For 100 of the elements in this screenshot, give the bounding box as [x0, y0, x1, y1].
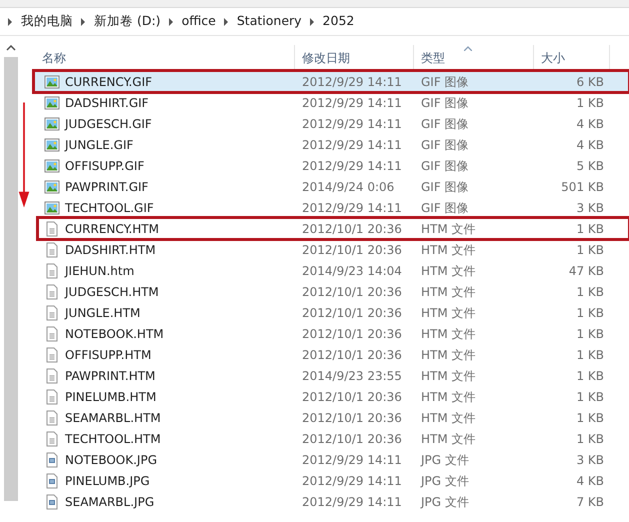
file-size: 1 KB [575, 326, 605, 342]
document-icon [44, 346, 60, 362]
chevron-icon[interactable] [7, 18, 14, 26]
modified-date: 2012/10/1 20:36 [301, 326, 403, 342]
column-header[interactable]: 类型 [414, 45, 534, 71]
modified-date: 2014/9/23 23:55 [301, 368, 403, 384]
scrollbar-thumb[interactable] [4, 57, 18, 501]
file-type: HTM 文件 [420, 388, 477, 406]
column-header[interactable]: 名称 [32, 45, 295, 71]
file-size: 501 KB [560, 178, 605, 196]
file-name: JUDGESCH.GIF [65, 116, 152, 132]
file-size: 6 KB [575, 74, 605, 90]
document-icon [44, 326, 60, 342]
file-name: NOTEBOOK.JPG [65, 452, 158, 468]
file-row[interactable]: PAWPRINT.GIF 2014/9/24 0:06 GIF 图像 501 KB [32, 176, 629, 197]
modified-date: 2012/9/29 14:11 [301, 74, 403, 90]
file-row[interactable]: TECHTOOL.GIF 2012/9/29 14:11 GIF 图像 3 KB [32, 197, 629, 218]
file-name: PINELUMB.HTM [65, 388, 156, 406]
file-size: 3 KB [575, 452, 605, 468]
breadcrumb-item[interactable]: office [180, 12, 218, 31]
file-row[interactable]: DADSHIRT.GIF 2012/9/29 14:11 GIF 图像 1 KB [32, 92, 629, 113]
file-type: HTM 文件 [420, 430, 477, 448]
document-icon [44, 284, 60, 300]
file-type: GIF 图像 [420, 74, 470, 90]
file-size: 4 KB [575, 472, 605, 490]
file-name: JIEHUN.htm [65, 262, 134, 280]
chevron-icon[interactable] [222, 18, 230, 26]
modified-date: 2012/10/1 20:36 [301, 242, 403, 258]
scroll-up-icon[interactable] [6, 45, 16, 51]
modified-date: 2012/9/29 14:11 [301, 116, 403, 132]
file-type: HTM 文件 [420, 326, 477, 342]
document-icon [44, 368, 60, 384]
file-name: CURRENCY.HTM [65, 220, 159, 238]
image-file-icon [44, 94, 60, 110]
file-row[interactable]: SEAMARBL.HTM 2012/10/1 20:36 HTM 文件 1 KB [32, 407, 629, 428]
modified-date: 2014/9/24 0:06 [301, 178, 396, 196]
file-row[interactable]: JUDGESCH.GIF 2012/9/29 14:11 GIF 图像 4 KB [32, 113, 629, 134]
file-row[interactable]: PINELUMB.JPG 2012/9/29 14:11 JPG 文件 4 KB [32, 470, 629, 491]
chevron-icon[interactable] [80, 18, 87, 26]
column-header[interactable]: 修改日期 [295, 45, 414, 71]
file-size: 47 KB [568, 262, 605, 280]
file-name: PAWPRINT.HTM [65, 368, 156, 384]
file-size: 5 KB [575, 158, 605, 174]
file-size: 7 KB [575, 494, 605, 510]
file-type: HTM 文件 [420, 242, 477, 258]
chevron-icon[interactable] [168, 18, 175, 26]
file-row[interactable]: PAWPRINT.HTM 2014/9/23 23:55 HTM 文件 1 KB [32, 365, 629, 386]
breadcrumb-item[interactable]: 2052 [320, 12, 356, 31]
modified-date: 2012/9/29 14:11 [301, 94, 403, 112]
document-icon [44, 220, 60, 236]
file-size: 1 KB [575, 284, 605, 300]
file-name: SEAMARBL.HTM [65, 410, 161, 426]
file-size: 3 KB [575, 200, 605, 216]
modified-date: 2012/9/29 14:11 [301, 494, 403, 510]
file-name: SEAMARBL.JPG [65, 494, 154, 510]
file-row[interactable]: NOTEBOOK.JPG 2012/9/29 14:11 JPG 文件 3 KB [32, 449, 629, 470]
file-type: GIF 图像 [420, 116, 470, 132]
file-type: HTM 文件 [420, 368, 477, 384]
breadcrumb-item[interactable]: 新加卷 (D:) [92, 12, 163, 31]
file-size: 1 KB [575, 388, 605, 406]
document-icon [44, 410, 60, 426]
file-name: DADSHIRT.HTM [65, 242, 156, 258]
file-size: 4 KB [575, 116, 605, 132]
file-row[interactable]: NOTEBOOK.HTM 2012/10/1 20:36 HTM 文件 1 KB [32, 323, 629, 344]
chevron-icon[interactable] [308, 18, 316, 26]
file-row[interactable]: CURRENCY.GIF 2012/9/29 14:11 GIF 图像 6 KB [32, 71, 629, 92]
modified-date: 2012/9/29 14:11 [301, 200, 403, 216]
file-type: HTM 文件 [420, 304, 477, 322]
document-icon [44, 262, 60, 278]
file-name: JUNGLE.GIF [65, 136, 134, 154]
breadcrumb-item[interactable]: Stationery [234, 12, 304, 31]
file-row[interactable]: OFFISUPP.HTM 2012/10/1 20:36 HTM 文件 1 KB [32, 344, 629, 365]
file-name: OFFISUPP.HTM [65, 346, 152, 364]
file-size: 1 KB [575, 410, 605, 426]
file-row[interactable]: DADSHIRT.HTM 2012/10/1 20:36 HTM 文件 1 KB [32, 239, 629, 260]
file-type: GIF 图像 [420, 178, 470, 196]
file-row[interactable]: OFFISUPP.GIF 2012/9/29 14:11 GIF 图像 5 KB [32, 155, 629, 176]
file-row[interactable]: CURRENCY.HTM 2012/10/1 20:36 HTM 文件 1 KB [32, 218, 629, 239]
file-row[interactable]: JUNGLE.HTM 2012/10/1 20:36 HTM 文件 1 KB [32, 302, 629, 323]
file-type: JPG 文件 [419, 472, 470, 490]
file-type: HTM 文件 [420, 410, 477, 426]
breadcrumb-item[interactable]: 我的电脑 [19, 12, 75, 31]
file-size: 1 KB [575, 346, 605, 364]
file-row[interactable]: JUDGESCH.HTM 2012/10/1 20:36 HTM 文件 1 KB [32, 281, 629, 302]
file-row[interactable]: TECHTOOL.HTM 2012/10/1 20:36 HTM 文件 1 KB [32, 428, 629, 449]
file-size: 1 KB [575, 94, 605, 112]
file-row[interactable]: SEAMARBL.JPG 2012/9/29 14:11 JPG 文件 7 KB [32, 491, 629, 512]
file-type: HTM 文件 [420, 284, 477, 300]
file-name: TECHTOOL.GIF [65, 200, 154, 216]
sort-caret-icon [464, 46, 472, 51]
file-name: PINELUMB.JPG [65, 472, 150, 490]
file-type: JPG 文件 [419, 494, 470, 510]
file-row[interactable]: JIEHUN.htm 2014/9/23 14:04 HTM 文件 47 KB [32, 260, 629, 281]
column-header[interactable]: 大小 [534, 45, 610, 71]
file-size: 1 KB [575, 242, 605, 258]
file-row[interactable]: JUNGLE.GIF 2012/9/29 14:11 GIF 图像 4 KB [32, 134, 629, 155]
file-row[interactable]: PINELUMB.HTM 2012/10/1 20:36 HTM 文件 1 KB [32, 386, 629, 407]
document-icon [44, 304, 60, 320]
file-type: HTM 文件 [420, 220, 477, 238]
image-document-icon [44, 472, 60, 488]
